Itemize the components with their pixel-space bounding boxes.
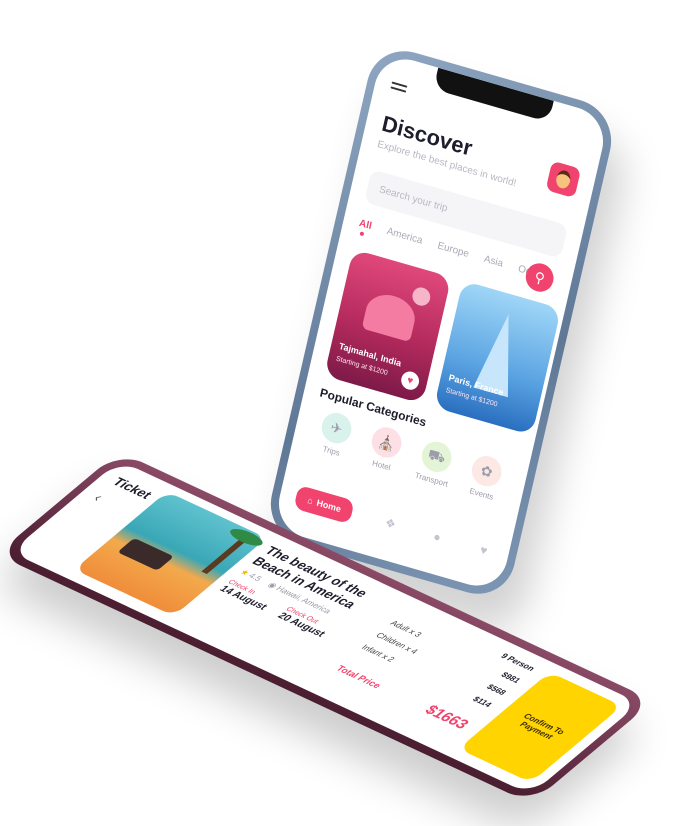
home-label: Home bbox=[315, 497, 342, 515]
user-icon[interactable]: ● bbox=[426, 526, 447, 549]
rating-value: 4.5 bbox=[246, 571, 264, 583]
palm-tree-illustration bbox=[201, 536, 250, 575]
row-price: $114 bbox=[470, 695, 494, 709]
plane-icon: ✈ bbox=[318, 409, 355, 447]
category-label: Trips bbox=[321, 444, 341, 458]
category-trips[interactable]: ✈ Trips bbox=[307, 407, 363, 462]
category-label: Hotel bbox=[371, 458, 392, 473]
search-icon: ⚲ bbox=[533, 267, 547, 287]
tajmahal-illustration bbox=[361, 289, 419, 343]
compass-icon[interactable]: ❖ bbox=[380, 512, 401, 535]
category-label: Events bbox=[468, 486, 495, 502]
tab-europe[interactable]: Europe bbox=[436, 240, 470, 260]
tab-asia[interactable]: Asia bbox=[483, 254, 504, 270]
destination-card-paris[interactable]: Paris, France Starting at $1200 bbox=[433, 280, 562, 436]
gift-icon: ✿ bbox=[468, 452, 505, 490]
avatar-face-icon bbox=[554, 168, 573, 191]
chevron-left-icon[interactable]: ‹ bbox=[90, 490, 108, 503]
destination-card-tajmahal[interactable]: Tajmahal, India Starting at $1200 ♥ bbox=[324, 249, 452, 404]
total-label: Total Price bbox=[334, 663, 384, 690]
moon-icon bbox=[410, 285, 433, 308]
heart-icon[interactable]: ♥ bbox=[473, 539, 494, 562]
home-icon: ⌂ bbox=[306, 494, 315, 507]
category-hotel[interactable]: ⛪ Hotel bbox=[357, 421, 413, 476]
search-input[interactable]: Search your trip bbox=[364, 169, 569, 259]
discover-screen: Discover Explore the best places in worl… bbox=[272, 51, 610, 594]
row-price: $981 bbox=[498, 670, 523, 685]
row-label: Infant x 2 bbox=[359, 643, 397, 664]
row-label: Adult x 3 bbox=[388, 619, 424, 639]
category-transport[interactable]: ⛟ Transport bbox=[407, 436, 463, 491]
home-button[interactable]: ⌂ Home bbox=[293, 484, 356, 525]
bus-icon: ⛟ bbox=[418, 438, 455, 476]
row-price: $568 bbox=[484, 682, 509, 697]
hotel-icon: ⛪ bbox=[368, 423, 405, 462]
hamburger-icon[interactable] bbox=[390, 81, 408, 95]
page-title: Ticket bbox=[109, 474, 156, 502]
tab-all[interactable]: All bbox=[358, 218, 373, 232]
phone-notch bbox=[433, 67, 554, 123]
heart-icon[interactable]: ♥ bbox=[399, 369, 421, 392]
category-events[interactable]: ✿ Events bbox=[457, 450, 513, 505]
hut-illustration bbox=[117, 537, 175, 571]
discover-phone: Discover Explore the best places in worl… bbox=[262, 41, 620, 604]
price-breakdown: 9 Person Adult x 3 $981 Children x 4 $568 … bbox=[353, 607, 537, 714]
category-label: Transport bbox=[414, 470, 449, 489]
tab-america[interactable]: America bbox=[386, 226, 424, 247]
